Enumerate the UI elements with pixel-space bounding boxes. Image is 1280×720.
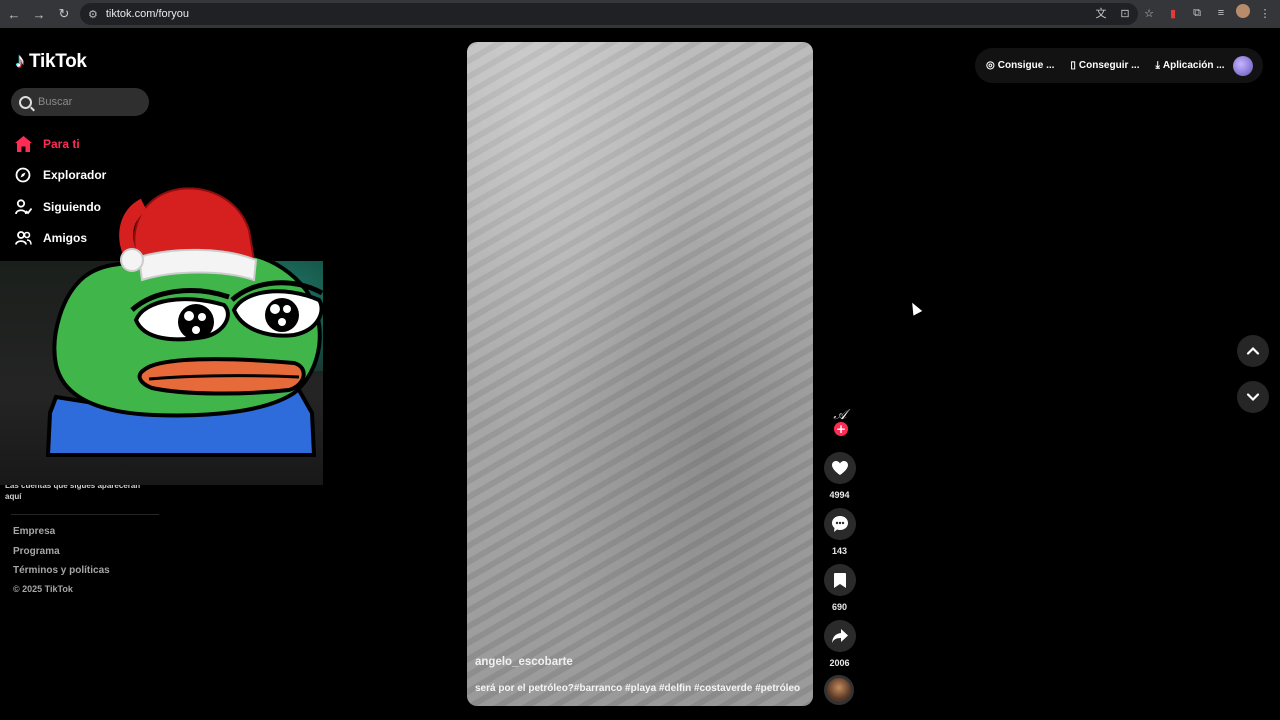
chevron-up-icon — [1246, 346, 1260, 355]
bookmark-star-icon[interactable]: ☆ — [1140, 4, 1158, 22]
logo-text: TikTok — [29, 50, 87, 72]
extensions-icon[interactable]: ⧉ — [1188, 4, 1206, 22]
get-app-button[interactable]: ▯ Conseguir ... — [1070, 60, 1139, 71]
url-text: tiktok.com/foryou — [105, 8, 190, 20]
comment-icon — [831, 516, 848, 532]
coin-icon: ◎ — [986, 60, 995, 71]
coins-label: Consigue ... — [997, 60, 1055, 71]
save-count: 690 — [831, 602, 848, 612]
search-box[interactable] — [11, 88, 149, 116]
creator-avatar[interactable]: 𝒜 + — [825, 400, 855, 436]
compass-icon — [14, 166, 32, 184]
video-actions: 𝒜 + 4994 143 690 2006 — [823, 400, 856, 668]
footer-link-programa[interactable]: Programa — [13, 546, 110, 566]
nav-label: Para ti — [43, 136, 80, 151]
comment-action: 143 — [823, 508, 856, 556]
footer-link-terminos[interactable]: Términos y políticas — [13, 565, 110, 585]
copyright: © 2025 TikTok — [13, 584, 73, 594]
like-count: 4994 — [829, 490, 850, 500]
bookmark-icon — [833, 572, 846, 588]
reload-button[interactable]: ↻ — [53, 3, 75, 25]
share-action: 2006 — [823, 620, 856, 668]
menu-kebab-icon[interactable]: ⋮ — [1256, 4, 1274, 22]
sidebar-divider — [11, 514, 159, 515]
footer-links: Empresa Programa Términos y políticas — [13, 526, 110, 585]
browser-toolbar: ← → ↻ ⚙ tiktok.com/foryou 文 ⊡ ☆ ▮ ⧉ ≡ ⋮ — [0, 0, 1280, 28]
next-video-button[interactable] — [1237, 381, 1269, 413]
share-count: 2006 — [829, 658, 850, 668]
site-info-icon[interactable]: ⚙ — [88, 8, 98, 21]
nav-label: Explorador — [43, 168, 107, 183]
following-icon — [14, 198, 32, 216]
share-button[interactable] — [823, 620, 856, 652]
install-icon[interactable]: ⊡ — [1116, 4, 1134, 22]
translate-icon[interactable]: 文 — [1092, 4, 1110, 22]
download-app-label: Aplicación ... — [1162, 60, 1225, 71]
like-button[interactable] — [823, 452, 856, 484]
mouse-cursor — [907, 300, 923, 316]
tiktok-logo[interactable]: ♪ TikTok — [15, 50, 87, 73]
download-icon: ⤓ — [1155, 60, 1160, 71]
get-app-label: Conseguir ... — [1078, 60, 1140, 71]
comment-button[interactable] — [823, 508, 856, 540]
chevron-down-icon — [1246, 393, 1260, 402]
video-player[interactable]: angelo_escobarte será por el petróleo?#b… — [467, 42, 813, 706]
save-button[interactable] — [823, 564, 856, 596]
follow-plus-icon[interactable]: + — [834, 422, 848, 436]
forward-button[interactable]: → — [28, 3, 50, 25]
profile-avatar[interactable] — [1236, 4, 1250, 18]
previous-video-button[interactable] — [1237, 335, 1269, 367]
reading-list-icon[interactable]: ≡ — [1212, 4, 1230, 22]
extension-record-icon[interactable]: ▮ — [1164, 4, 1182, 22]
download-app-button[interactable]: ⤓ Aplicación ... — [1155, 60, 1224, 71]
video-caption: será por el petróleo?#barranco #playa #d… — [475, 683, 801, 694]
coins-button[interactable]: ◎ Consigue ... — [986, 60, 1054, 71]
save-action: 690 — [823, 564, 856, 612]
tiktok-note-icon: ♪ — [15, 50, 25, 72]
comment-count: 143 — [831, 546, 848, 556]
video-author[interactable]: angelo_escobarte — [475, 656, 573, 668]
footer-link-empresa[interactable]: Empresa — [13, 526, 110, 546]
address-bar[interactable]: ⚙ tiktok.com/foryou — [80, 3, 1138, 25]
top-actions-bar: ◎ Consigue ... ▯ Conseguir ... ⤓ Aplicación… — [975, 48, 1263, 83]
home-icon — [14, 135, 32, 153]
heart-icon — [831, 461, 848, 475]
pepe-santa-sticker — [45, 187, 324, 457]
browser-actions: 文 ⊡ ☆ ▮ ⧉ ≡ ⋮ — [1092, 4, 1274, 22]
friends-icon — [14, 229, 32, 247]
music-disc-avatar[interactable] — [824, 675, 854, 705]
back-button[interactable]: ← — [3, 3, 25, 25]
search-icon — [19, 95, 32, 109]
share-icon — [831, 629, 848, 643]
search-input[interactable] — [38, 96, 138, 108]
user-avatar[interactable] — [1233, 56, 1253, 76]
nav-item-para-ti[interactable]: Para ti — [14, 128, 106, 160]
phone-icon: ▯ — [1070, 60, 1076, 71]
like-action: 4994 — [823, 452, 856, 500]
